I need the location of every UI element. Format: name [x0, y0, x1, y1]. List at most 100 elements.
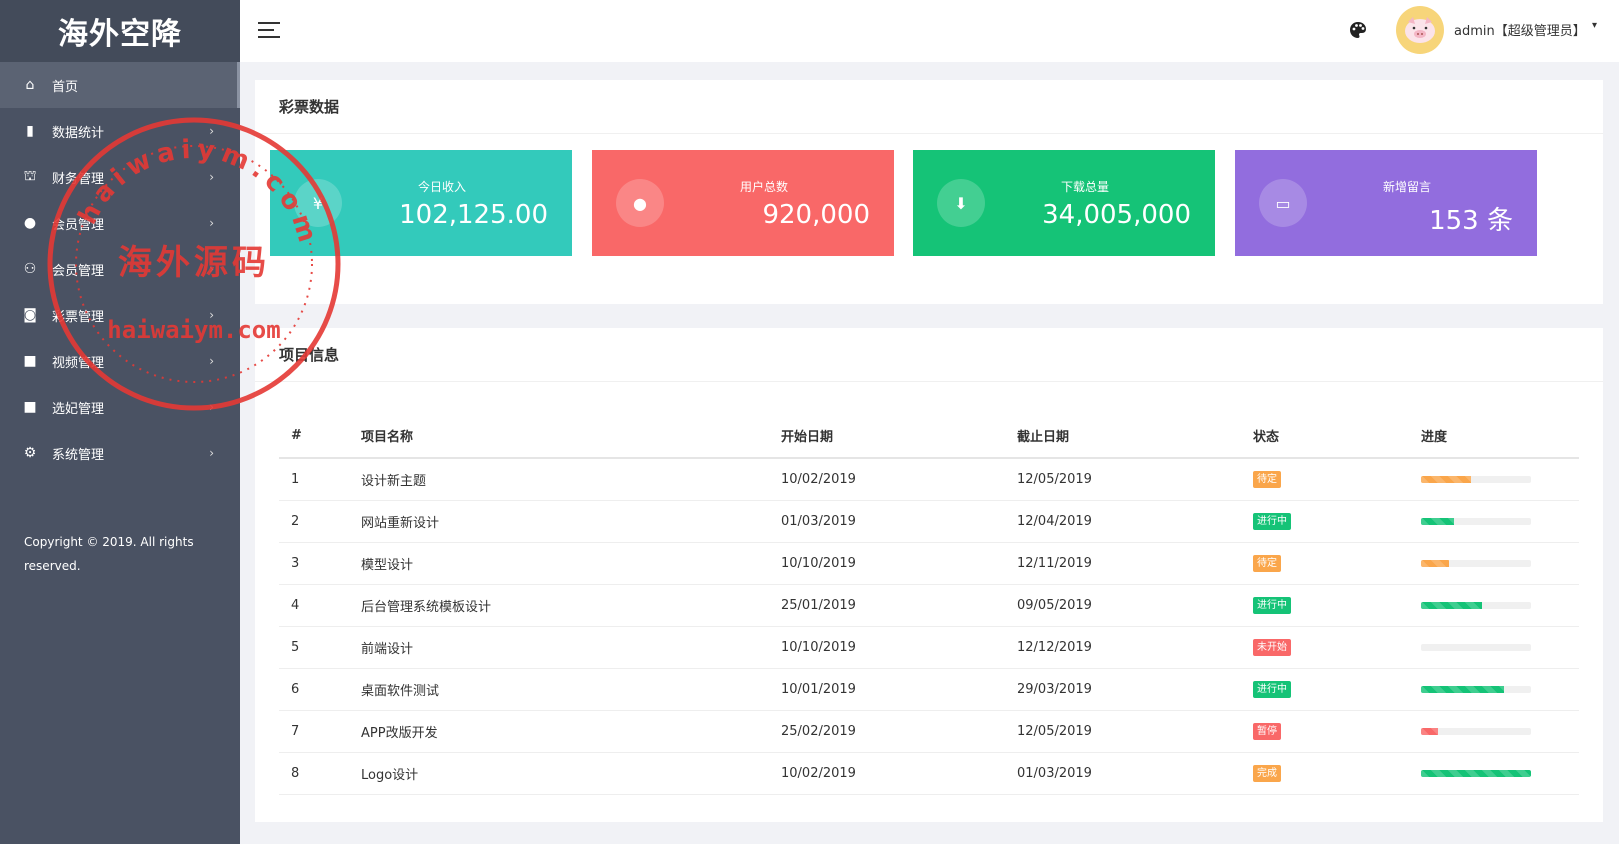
column-header[interactable]: 进度 — [1409, 414, 1579, 459]
sidebar-item[interactable]: ■ 视频管理 › — [0, 338, 240, 384]
stat-tile: ¥ 今日收入 102,125.00 — [270, 150, 572, 256]
progress-bar — [1421, 685, 1531, 693]
column-header[interactable]: 开始日期 — [769, 414, 1005, 459]
sidebar-item-label: 首页 — [52, 79, 79, 95]
card-title: 彩票数据 — [255, 80, 1603, 134]
user-icon: ● — [23, 215, 37, 231]
stat-label: 今日收入 — [418, 180, 467, 194]
progress-cell — [1409, 500, 1579, 543]
progress-cell — [1409, 752, 1579, 795]
stat-value: 920,000 — [762, 200, 870, 230]
palette-icon[interactable] — [1348, 20, 1368, 40]
progress-cell — [1409, 458, 1579, 501]
table-row[interactable]: 4 后台管理系统模板设计 25/01/2019 09/05/2019 进行中 — [279, 584, 1579, 627]
table-row[interactable]: 5 前端设计 10/10/2019 12/12/2019 未开始 — [279, 626, 1579, 669]
progress-fill — [1421, 517, 1454, 525]
home-icon: ⌂ — [25, 77, 35, 93]
copyright-text: Copyright © 2019. All rights reserved. — [24, 535, 194, 573]
sidebar-item[interactable]: ⌂ 首页 — [0, 62, 240, 108]
end-date: 29/03/2019 — [1005, 668, 1241, 711]
user-menu-name[interactable]: admin【超级管理员】 — [1454, 20, 1586, 39]
card-title: 项目信息 — [255, 328, 1603, 382]
hamburger-menu-icon[interactable] — [258, 22, 280, 38]
gear-icon: ⚙ — [23, 445, 37, 461]
status-cell: 待定 — [1241, 458, 1409, 501]
row-id: 5 — [279, 626, 349, 669]
sidebar-nav: ⌂ 首页 ▮ 数据统计 › ⛫ 财务管理 › ● 会员管理 › ⚇ 会员管理 › ◙ 彩票管理 › ■ 视频管理 › ■… — [0, 62, 240, 476]
project-name: 网站重新设计 — [349, 500, 769, 543]
progress-bar — [1421, 559, 1531, 567]
status-cell: 进行中 — [1241, 584, 1409, 627]
status-badge: 未开始 — [1253, 638, 1291, 656]
lottery-stats-card: 彩票数据 ¥ 今日收入 102,125.00 ● 用户总数 920,000 ⬇ 下载总量 34,… — [255, 80, 1603, 304]
sidebar-item[interactable]: ⚇ 会员管理 › — [0, 246, 240, 292]
chevron-right-icon: › — [209, 446, 214, 460]
sidebar-item[interactable]: ▮ 数据统计 › — [0, 108, 240, 154]
chevron-down-icon[interactable]: ▾ — [1592, 20, 1597, 31]
table-row[interactable]: 3 模型设计 10/10/2019 12/11/2019 待定 — [279, 542, 1579, 585]
table-body: 1 设计新主题 10/02/2019 12/05/2019 待定 2 网站重新设计 01/03… — [279, 458, 1579, 795]
progress-fill — [1421, 601, 1482, 609]
stat-label: 下载总量 — [1061, 180, 1110, 194]
sidebar-item-label: 彩票管理 — [52, 309, 105, 325]
status-cell: 完成 — [1241, 752, 1409, 795]
project-name: 设计新主题 — [349, 458, 769, 501]
progress-fill — [1421, 475, 1471, 483]
project-name: 模型设计 — [349, 542, 769, 585]
table-header-row: # 项目名称 开始日期 截止日期 状态 进度 — [279, 414, 1579, 459]
column-header[interactable]: 截止日期 — [1005, 414, 1241, 459]
table-row[interactable]: 1 设计新主题 10/02/2019 12/05/2019 待定 — [279, 458, 1579, 501]
end-date: 12/05/2019 — [1005, 710, 1241, 753]
download-icon: ⬇ — [937, 179, 985, 227]
start-date: 25/01/2019 — [769, 584, 1005, 627]
status-cell: 进行中 — [1241, 500, 1409, 543]
video-camera-icon: ■ — [23, 399, 37, 415]
column-header[interactable]: 项目名称 — [349, 414, 769, 459]
progress-cell — [1409, 710, 1579, 753]
start-date: 01/03/2019 — [769, 500, 1005, 543]
sidebar-item[interactable]: ◙ 彩票管理 › — [0, 292, 240, 338]
column-header[interactable]: 状态 — [1241, 414, 1409, 459]
start-date: 10/02/2019 — [769, 752, 1005, 795]
status-badge: 完成 — [1253, 764, 1281, 782]
stat-value: 34,005,000 — [1042, 200, 1191, 230]
sidebar-item[interactable]: ⛫ 财务管理 › — [0, 154, 240, 200]
row-id: 8 — [279, 752, 349, 795]
sidebar-item-label: 数据统计 — [52, 125, 105, 141]
end-date: 12/05/2019 — [1005, 458, 1241, 501]
table-row[interactable]: 7 APP改版开发 25/02/2019 12/05/2019 暂停 — [279, 710, 1579, 753]
sidebar-item[interactable]: ■ 选妃管理 › — [0, 384, 240, 430]
end-date: 12/11/2019 — [1005, 542, 1241, 585]
status-cell: 暂停 — [1241, 710, 1409, 753]
sidebar-item-label: 选妃管理 — [52, 401, 105, 417]
table-row[interactable]: 6 桌面软件测试 10/01/2019 29/03/2019 进行中 — [279, 668, 1579, 711]
stat-value: 153 条 — [1429, 206, 1513, 236]
sidebar-item[interactable]: ● 会员管理 › — [0, 200, 240, 246]
progress-bar — [1421, 769, 1531, 777]
start-date: 10/02/2019 — [769, 458, 1005, 501]
project-name: 桌面软件测试 — [349, 668, 769, 711]
status-cell: 待定 — [1241, 542, 1409, 585]
column-header[interactable]: # — [279, 414, 349, 459]
progress-fill — [1421, 769, 1531, 777]
stat-value: 102,125.00 — [399, 200, 548, 230]
project-table: # 项目名称 开始日期 截止日期 状态 进度 1 设计新主题 10/02/2019 12/05/… — [279, 414, 1579, 795]
row-id: 6 — [279, 668, 349, 711]
row-id: 3 — [279, 542, 349, 585]
chevron-right-icon: › — [209, 170, 214, 184]
pig-avatar-icon[interactable] — [1396, 6, 1444, 54]
bar-chart-icon: ▮ — [26, 123, 34, 139]
sidebar-item-label: 视频管理 — [52, 355, 105, 371]
chevron-right-icon: › — [209, 262, 214, 276]
table-row[interactable]: 2 网站重新设计 01/03/2019 12/04/2019 进行中 — [279, 500, 1579, 543]
progress-cell — [1409, 542, 1579, 585]
status-cell: 进行中 — [1241, 668, 1409, 711]
table-row[interactable]: 8 Logo设计 10/02/2019 01/03/2019 完成 — [279, 752, 1579, 795]
start-date: 10/10/2019 — [769, 542, 1005, 585]
project-name: APP改版开发 — [349, 710, 769, 753]
chevron-right-icon: › — [209, 400, 214, 414]
top-header: admin【超级管理员】 ▾ — [240, 0, 1619, 62]
app-logo[interactable]: 海外空降 — [0, 0, 240, 62]
sidebar-item[interactable]: ⚙ 系统管理 › — [0, 430, 240, 476]
stat-label: 新增留言 — [1383, 180, 1432, 194]
